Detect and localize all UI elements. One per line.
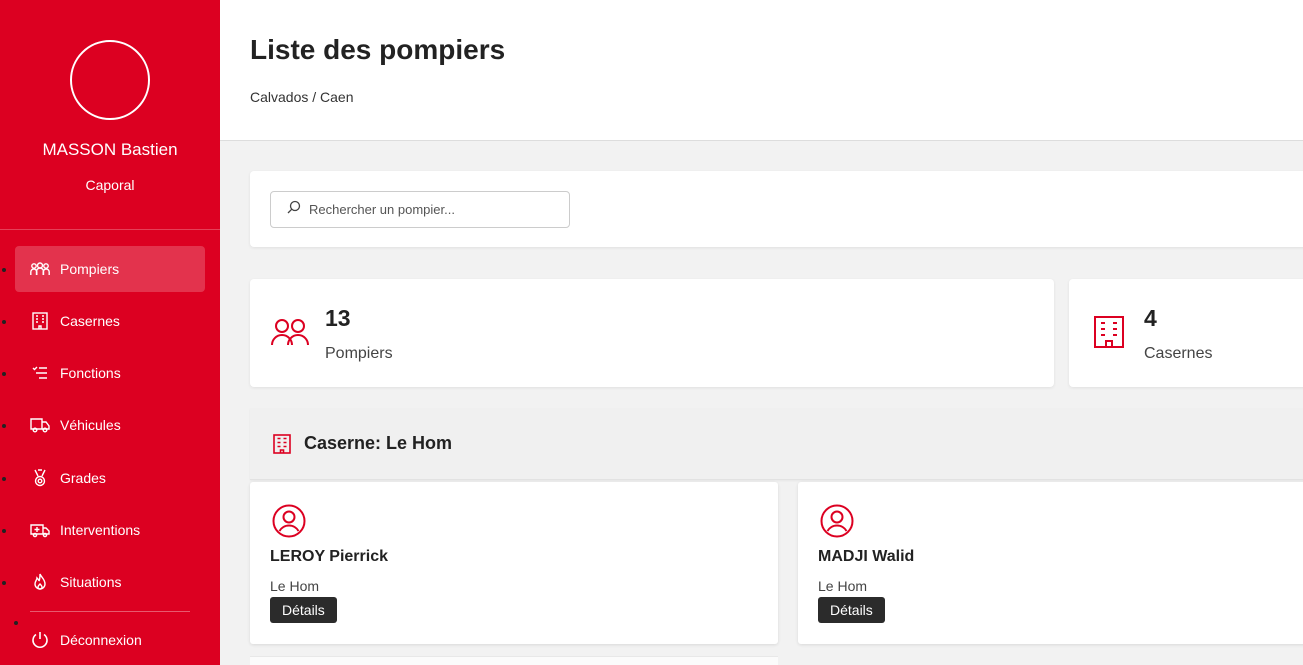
user-circle-icon	[820, 504, 854, 538]
stat-label: Pompiers	[325, 345, 393, 362]
avatar	[70, 40, 150, 120]
user-circle-icon	[272, 504, 306, 538]
nav-bullet	[2, 424, 6, 428]
sidebar-item-label: Fonctions	[60, 365, 121, 381]
sidebar-item-fonctions[interactable]: Fonctions	[15, 350, 205, 396]
stat-label: Casernes	[1144, 345, 1213, 362]
ambulance-icon	[30, 520, 50, 540]
search-icon	[287, 200, 301, 219]
user-rank: Caporal	[85, 177, 135, 193]
sidebar-item-label: Situations	[60, 574, 122, 590]
pompier-caserne: Le Hom	[818, 578, 868, 594]
user-name: MASSON Bastien	[42, 140, 178, 159]
medal-icon	[30, 468, 50, 488]
logout-button[interactable]: Déconnexion	[15, 617, 205, 663]
page-title: Liste des pompiers	[250, 34, 506, 65]
stat-value: 4	[1144, 305, 1157, 331]
building-icon	[30, 311, 50, 331]
search-box	[270, 191, 570, 228]
users-icon	[270, 315, 310, 351]
firefighters-icon	[30, 259, 50, 279]
details-button[interactable]: Détails	[818, 597, 885, 623]
caserne-header: Caserne: Le Hom	[250, 408, 1303, 480]
page-header: Liste des pompiers Calvados / Caen	[220, 0, 1303, 141]
nav-bullet	[2, 372, 6, 376]
sidebar-item-label: Véhicules	[60, 417, 121, 433]
breadcrumb: Calvados / Caen	[250, 89, 354, 105]
building-icon	[1093, 315, 1133, 351]
pompier-name: LEROY Pierrick	[270, 548, 388, 565]
search-card	[250, 171, 1303, 247]
sidebar-divider	[30, 611, 190, 612]
sidebar-item-grades[interactable]: Grades	[15, 455, 205, 501]
stat-value: 13	[325, 305, 351, 331]
list-icon	[30, 363, 50, 383]
nav-bullet	[2, 581, 6, 585]
search-input[interactable]	[309, 202, 559, 217]
sidebar-item-casernes[interactable]: Casernes	[15, 298, 205, 344]
stat-card-pompiers: 13 Pompiers	[250, 279, 1054, 387]
sidebar-item-situations[interactable]: Situations	[15, 559, 205, 605]
sidebar-item-vehicules[interactable]: Véhicules	[15, 402, 205, 448]
pompier-name: MADJI Walid	[818, 548, 915, 565]
sidebar: MASSON Bastien Caporal Pompiers Casernes	[0, 0, 220, 665]
sidebar-divider	[0, 229, 220, 230]
power-icon	[30, 630, 50, 650]
truck-icon	[30, 415, 50, 435]
logout-label: Déconnexion	[60, 632, 142, 648]
nav-bullet	[2, 320, 6, 324]
sidebar-item-label: Interventions	[60, 522, 141, 538]
caserne-title: Caserne: Le Hom	[304, 433, 453, 453]
nav-bullet	[2, 268, 6, 272]
building-icon	[272, 433, 292, 455]
details-button[interactable]: Détails	[270, 597, 337, 623]
stat-card-casernes: 4 Casernes	[1069, 279, 1303, 387]
pompier-card: MADJI Walid Le Hom Détails	[798, 482, 1303, 644]
sidebar-item-label: Casernes	[60, 313, 120, 329]
nav-bullet	[2, 529, 6, 533]
sidebar-item-interventions[interactable]: Interventions	[15, 507, 205, 553]
next-card-edge	[250, 656, 778, 665]
sidebar-item-label: Grades	[60, 470, 106, 486]
nav-bullet	[2, 477, 6, 481]
sidebar-item-pompiers[interactable]: Pompiers	[15, 246, 205, 292]
pompier-caserne: Le Hom	[270, 578, 320, 594]
fire-icon	[30, 572, 50, 592]
pompier-card: LEROY Pierrick Le Hom Détails	[250, 482, 778, 644]
sidebar-item-label: Pompiers	[60, 261, 120, 277]
